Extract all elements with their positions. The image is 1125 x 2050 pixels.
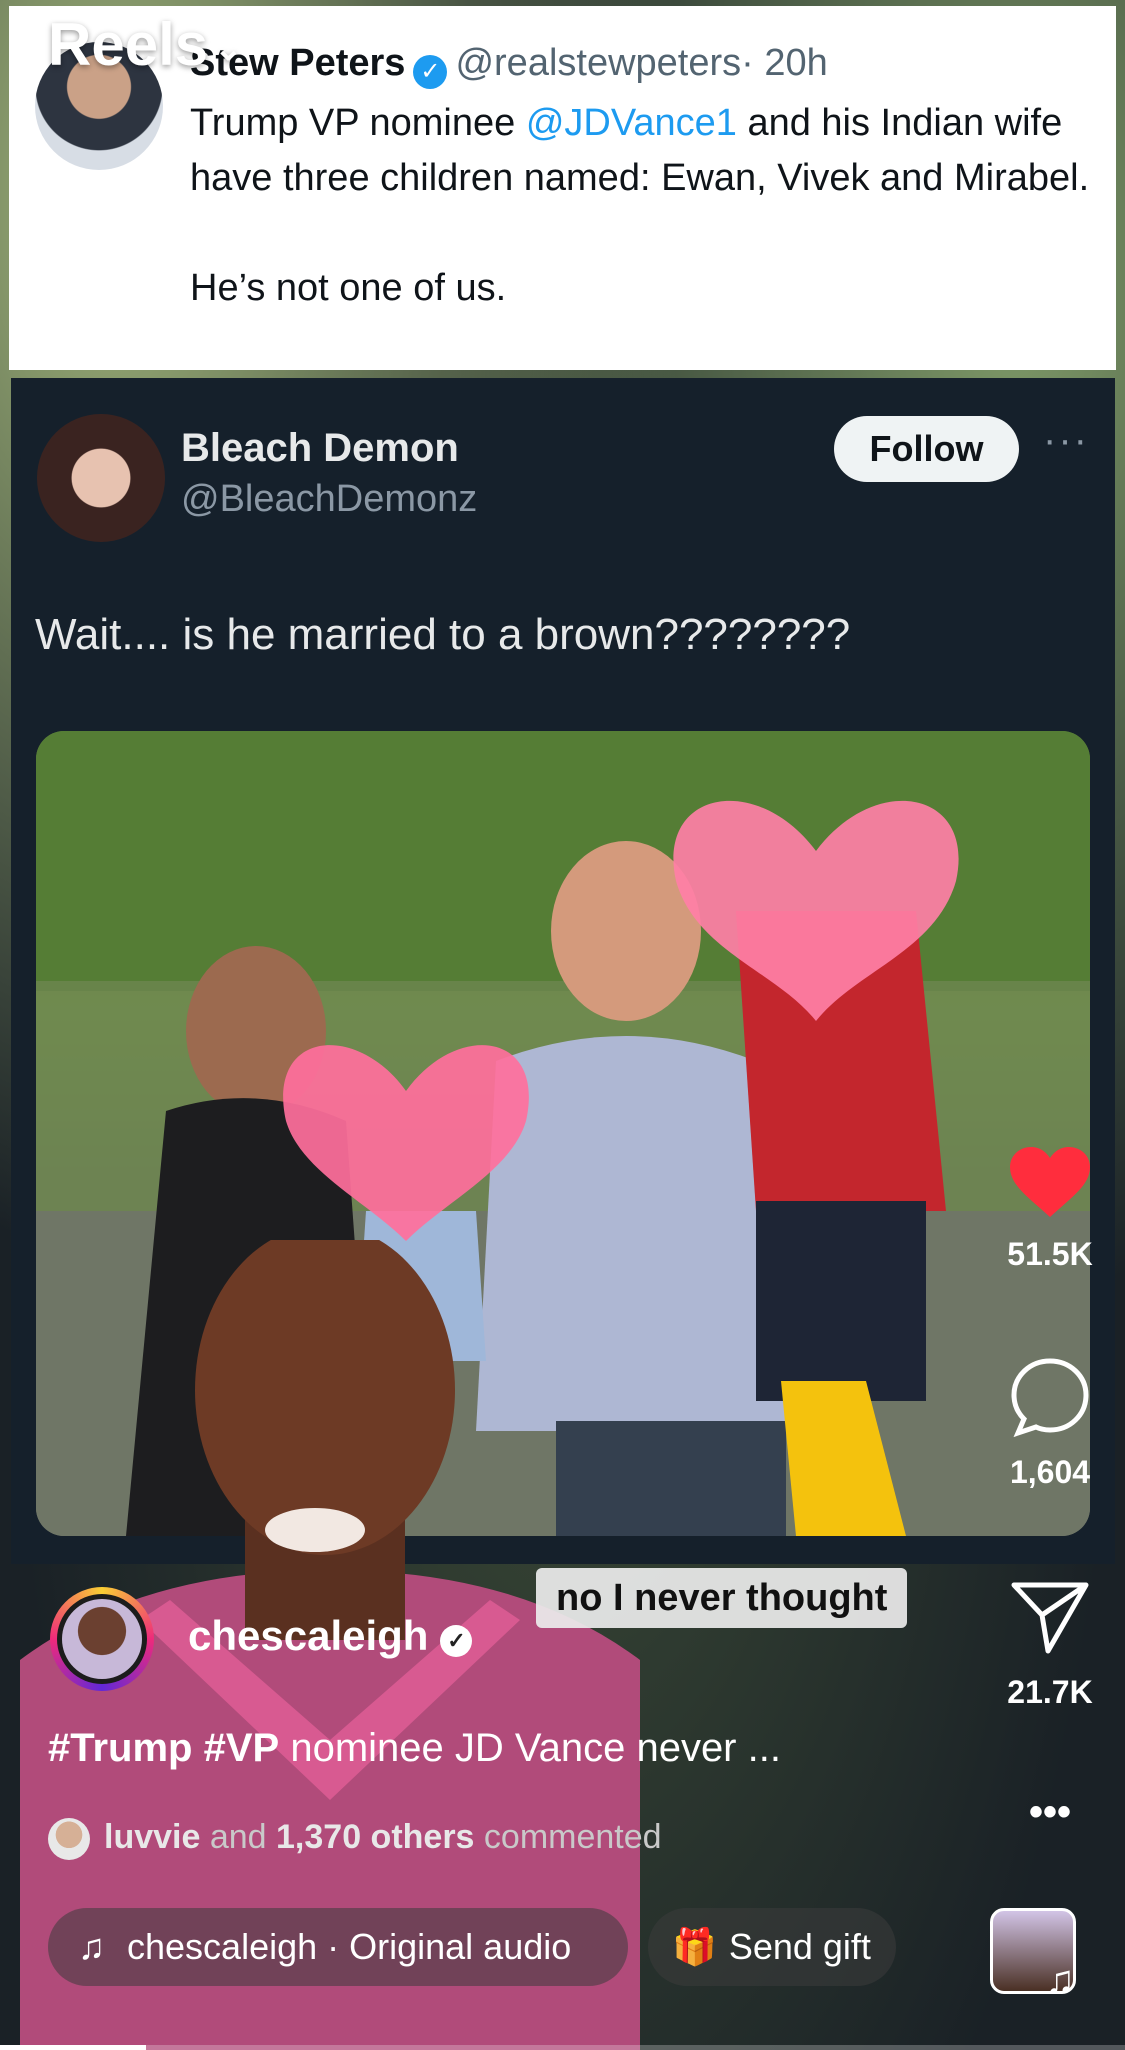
audio-button[interactable]: ♫ chescaleigh · Original audio [48,1908,628,1986]
comments-summary[interactable]: luvvie and 1,370 others commented [48,1818,662,1861]
tweet1-mention: @JDVance1 [525,102,737,144]
commenter-name: luvvie [104,1818,201,1856]
reels-title: Reels [48,11,209,78]
tweet1-text2: He’s not one of us. [190,267,507,309]
music-note-icon: ♫ [78,1926,105,1967]
commenter-avatar [48,1818,90,1861]
follow-button: Follow [834,416,1019,482]
verified-badge-icon: ✓ [413,55,448,89]
caption-rest: nominee JD Vance never ... [279,1726,781,1770]
share-count: 21.7K [1007,1674,1093,1710]
tweet1-time: · 20h [741,42,828,84]
more-options-icon[interactable]: ••• [995,1790,1105,1835]
video-caption-overlay: no I never thought [536,1568,908,1628]
comment-action[interactable]: 1,604 [995,1355,1105,1491]
tweet2-name: Bleach Demon [181,426,459,470]
like-action[interactable]: 51.5K [995,1145,1105,1273]
tweet1-header: Stew Peters ✓ @realstewpeters· 20h [190,42,828,89]
tweet2-handle: @BleachDemonz [181,478,478,520]
creator-username[interactable]: chescaleigh ✓ [188,1612,473,1660]
verified-badge-icon: ✓ [440,1625,473,1657]
reel-caption[interactable]: #Trump #VP nominee JD Vance never ... [48,1726,781,1771]
tweet1-handle: @realstewpeters [455,42,742,84]
share-action[interactable]: 21.7K [995,1575,1105,1711]
more-icon: ··· [1043,418,1089,462]
reels-header[interactable]: Reels ⌄ [48,10,243,79]
hashtag-trump[interactable]: #Trump [48,1726,192,1770]
comment-icon[interactable] [1008,1355,1092,1439]
video-progress-fill [0,2045,147,2050]
video-progress-bar[interactable] [0,2045,1125,2050]
comments-end: commented [474,1818,662,1856]
like-count: 51.5K [1007,1236,1093,1272]
comment-count: 1,604 [1009,1454,1091,1490]
gift-icon: 🎁 [672,1926,717,1967]
gift-label: Send gift [728,1926,871,1967]
tweet1-text: Trump VP nominee @JDVance1 and his India… [190,96,1090,316]
tweet1-text-pre: Trump VP nominee [190,102,526,144]
hashtag-vp[interactable]: #VP [204,1726,280,1770]
send-gift-button[interactable]: 🎁 Send gift [648,1908,896,1986]
heart-icon[interactable] [1008,1145,1092,1221]
music-note-icon: ♫ [1045,1958,1075,2002]
send-icon[interactable] [1008,1575,1092,1659]
tweet2-text: Wait.... is he married to a brown???????… [35,610,851,659]
comments-others: 1,370 others [276,1818,475,1856]
creator-avatar[interactable] [50,1587,154,1691]
chevron-down-icon: ⌄ [214,30,243,69]
audio-label: chescaleigh · Original audio [127,1926,572,1967]
camera-icon[interactable] [1001,12,1075,82]
comments-and: and [200,1818,277,1856]
username-text: chescaleigh [188,1612,429,1659]
tweet2-avatar [37,414,165,542]
